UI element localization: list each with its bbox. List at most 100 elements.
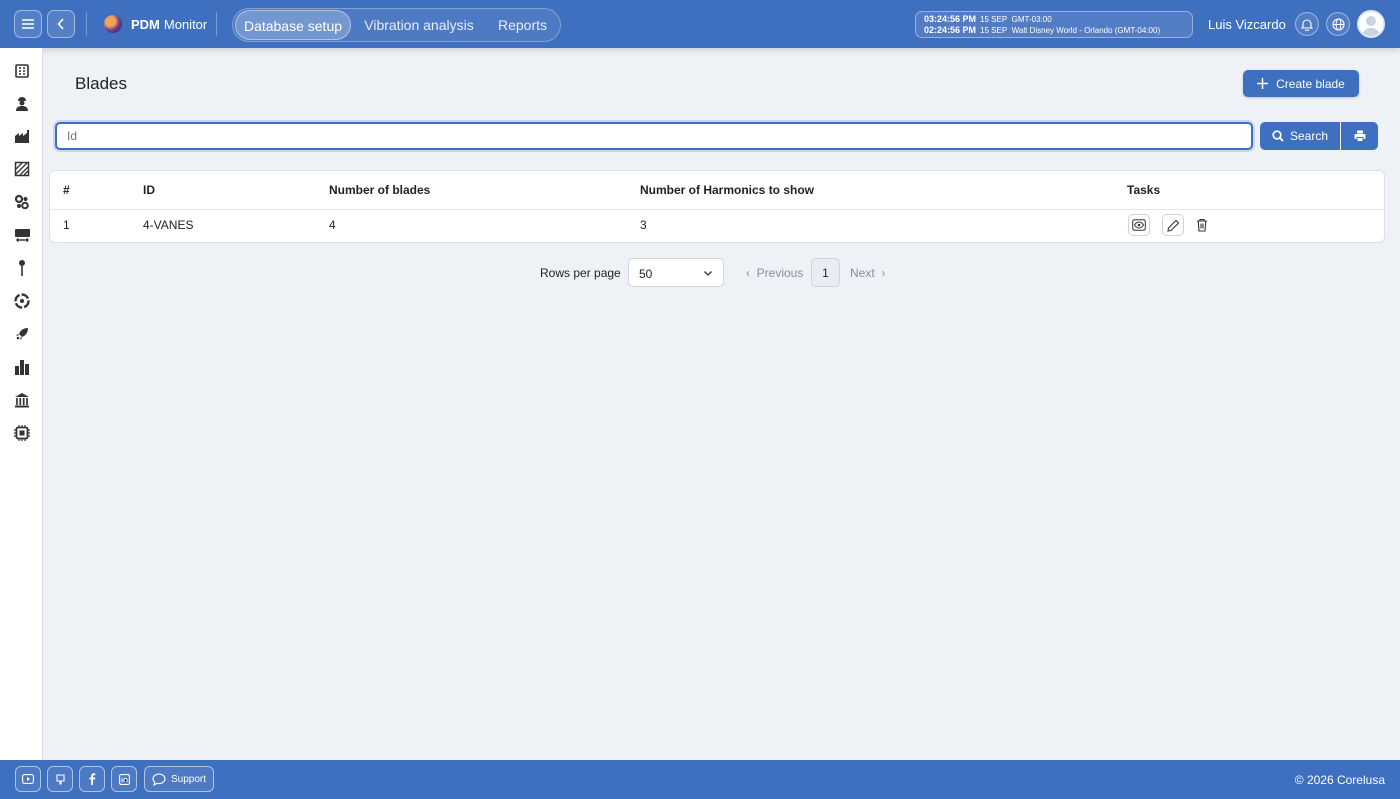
previous-page-button[interactable]: ‹ Previous bbox=[746, 266, 803, 280]
brand-name-bold: PDM bbox=[131, 16, 160, 32]
previous-label: Previous bbox=[756, 266, 804, 280]
clock-date: 15 SEP bbox=[980, 26, 1008, 35]
page-title: Blades bbox=[75, 74, 127, 93]
create-blade-label: Create blade bbox=[1276, 76, 1345, 91]
pencil-icon bbox=[1166, 219, 1179, 232]
clock-time: 03:24:56 PM bbox=[924, 14, 977, 24]
bell-icon bbox=[1301, 18, 1313, 31]
search-input[interactable] bbox=[55, 122, 1253, 150]
rows-per-page-label: Rows per page bbox=[540, 266, 621, 280]
print-button[interactable] bbox=[1341, 122, 1378, 150]
facebook-button[interactable] bbox=[79, 766, 105, 792]
globe-icon bbox=[1331, 17, 1345, 31]
facebook-icon bbox=[89, 773, 96, 785]
tab-vibration-analysis[interactable]: Vibration analysis bbox=[360, 10, 478, 40]
linkedin-button[interactable] bbox=[111, 766, 137, 792]
top-bar: PDM Monitor Database setup Vibration ana… bbox=[0, 0, 1400, 48]
language-button[interactable] bbox=[1326, 12, 1350, 36]
chip-icon bbox=[14, 425, 30, 441]
avatar[interactable] bbox=[1357, 10, 1385, 38]
app-logo bbox=[104, 15, 122, 33]
sidebar-item-points[interactable] bbox=[12, 258, 32, 278]
linkedin-icon bbox=[118, 773, 130, 785]
search-button[interactable]: Search bbox=[1260, 122, 1340, 150]
brand-name-rest: Monitor bbox=[163, 16, 208, 32]
cell-id: 4-VANES bbox=[143, 218, 194, 232]
user-name[interactable]: Luis Vizcardo bbox=[1208, 17, 1286, 32]
tab-reports[interactable]: Reports bbox=[490, 10, 555, 40]
divider bbox=[216, 12, 217, 36]
plus-icon bbox=[1257, 78, 1269, 89]
create-blade-button[interactable]: Create blade bbox=[1243, 70, 1359, 97]
back-button[interactable] bbox=[47, 10, 75, 38]
bank-icon bbox=[15, 393, 29, 408]
column-header-harmonics[interactable]: Number of Harmonics to show bbox=[640, 183, 814, 197]
gears-icon bbox=[14, 194, 29, 210]
column-header-id[interactable]: ID bbox=[143, 183, 155, 197]
next-page-button[interactable]: Next › bbox=[850, 266, 885, 280]
tab-database-setup[interactable]: Database setup bbox=[235, 10, 351, 40]
cell-index: 1 bbox=[63, 218, 70, 232]
edit-button[interactable] bbox=[1162, 214, 1184, 236]
cell-number-of-blades: 4 bbox=[329, 218, 336, 232]
column-header-number-of-blades[interactable]: Number of blades bbox=[329, 183, 430, 197]
header-divider bbox=[50, 209, 1384, 210]
search-icon bbox=[1272, 130, 1284, 142]
sidebar-item-fans[interactable] bbox=[12, 291, 32, 311]
github-button[interactable] bbox=[47, 766, 73, 792]
building-icon bbox=[15, 64, 29, 78]
github-icon bbox=[55, 773, 65, 785]
clock-line-site: 02:24:56 PM 15 SEP Walt Disney World - Or… bbox=[924, 25, 1184, 36]
search-button-label: Search bbox=[1289, 129, 1329, 143]
support-label: Support bbox=[170, 773, 207, 785]
blades-table: # ID Number of blades Number of Harmonic… bbox=[49, 170, 1385, 243]
clock-date: 15 SEP bbox=[980, 15, 1008, 24]
column-header-index[interactable]: # bbox=[63, 183, 70, 197]
notifications-button[interactable] bbox=[1295, 12, 1319, 36]
view-button[interactable] bbox=[1128, 214, 1150, 236]
view-icon bbox=[1132, 219, 1146, 231]
column-header-tasks: Tasks bbox=[1127, 183, 1161, 197]
pin-icon bbox=[19, 260, 25, 276]
sidebar-item-conveyors[interactable] bbox=[12, 225, 32, 245]
world-clock[interactable]: 03:24:56 PM 15 SEP GMT-03:00 02:24:56 PM 1… bbox=[915, 11, 1193, 38]
factory-icon bbox=[15, 130, 29, 143]
divider bbox=[86, 12, 87, 36]
sidebar-item-plants[interactable] bbox=[12, 126, 32, 146]
brand[interactable]: PDM Monitor bbox=[104, 14, 207, 34]
conveyor-icon bbox=[14, 229, 30, 242]
chevron-down-icon bbox=[704, 271, 712, 276]
trash-icon bbox=[1197, 218, 1207, 232]
hamburger-icon bbox=[22, 19, 34, 29]
bar-chart-icon bbox=[15, 360, 29, 375]
sidebar-item-areas[interactable] bbox=[12, 159, 32, 179]
fan-icon bbox=[14, 293, 30, 309]
chat-bubble-icon bbox=[152, 772, 166, 786]
user-avatar-icon bbox=[1362, 16, 1380, 36]
clock-zone: GMT-03:00 bbox=[1011, 15, 1052, 24]
rocket-icon bbox=[16, 328, 28, 340]
clock-zone: Walt Disney World - Orlando (GMT-04:00) bbox=[1011, 26, 1161, 35]
sidebar-item-statistics[interactable] bbox=[12, 357, 32, 377]
sidebar bbox=[0, 48, 43, 760]
panel-icon bbox=[14, 161, 30, 177]
cell-harmonics: 3 bbox=[640, 218, 647, 232]
sidebar-item-buildings[interactable] bbox=[12, 60, 32, 80]
copyright: © 2026 Corelusa bbox=[1294, 773, 1385, 787]
chevron-left-icon bbox=[57, 18, 64, 30]
sidebar-item-institutions[interactable] bbox=[12, 390, 32, 410]
sidebar-item-machines[interactable] bbox=[12, 192, 32, 212]
clock-line-local: 03:24:56 PM 15 SEP GMT-03:00 bbox=[924, 14, 1184, 25]
youtube-button[interactable] bbox=[15, 766, 41, 792]
page-button-current[interactable]: 1 bbox=[811, 258, 840, 287]
rows-per-page-value: 50 bbox=[639, 267, 653, 281]
sidebar-item-workers[interactable] bbox=[12, 93, 32, 113]
next-label: Next bbox=[850, 266, 875, 280]
support-button[interactable]: Support bbox=[144, 766, 214, 792]
rows-per-page-select[interactable]: 50 bbox=[628, 258, 724, 287]
printer-icon bbox=[1354, 130, 1365, 142]
delete-button[interactable] bbox=[1191, 214, 1213, 236]
sidebar-item-launch[interactable] bbox=[12, 324, 32, 344]
sidebar-item-sensors[interactable] bbox=[12, 423, 32, 443]
menu-button[interactable] bbox=[14, 10, 42, 38]
